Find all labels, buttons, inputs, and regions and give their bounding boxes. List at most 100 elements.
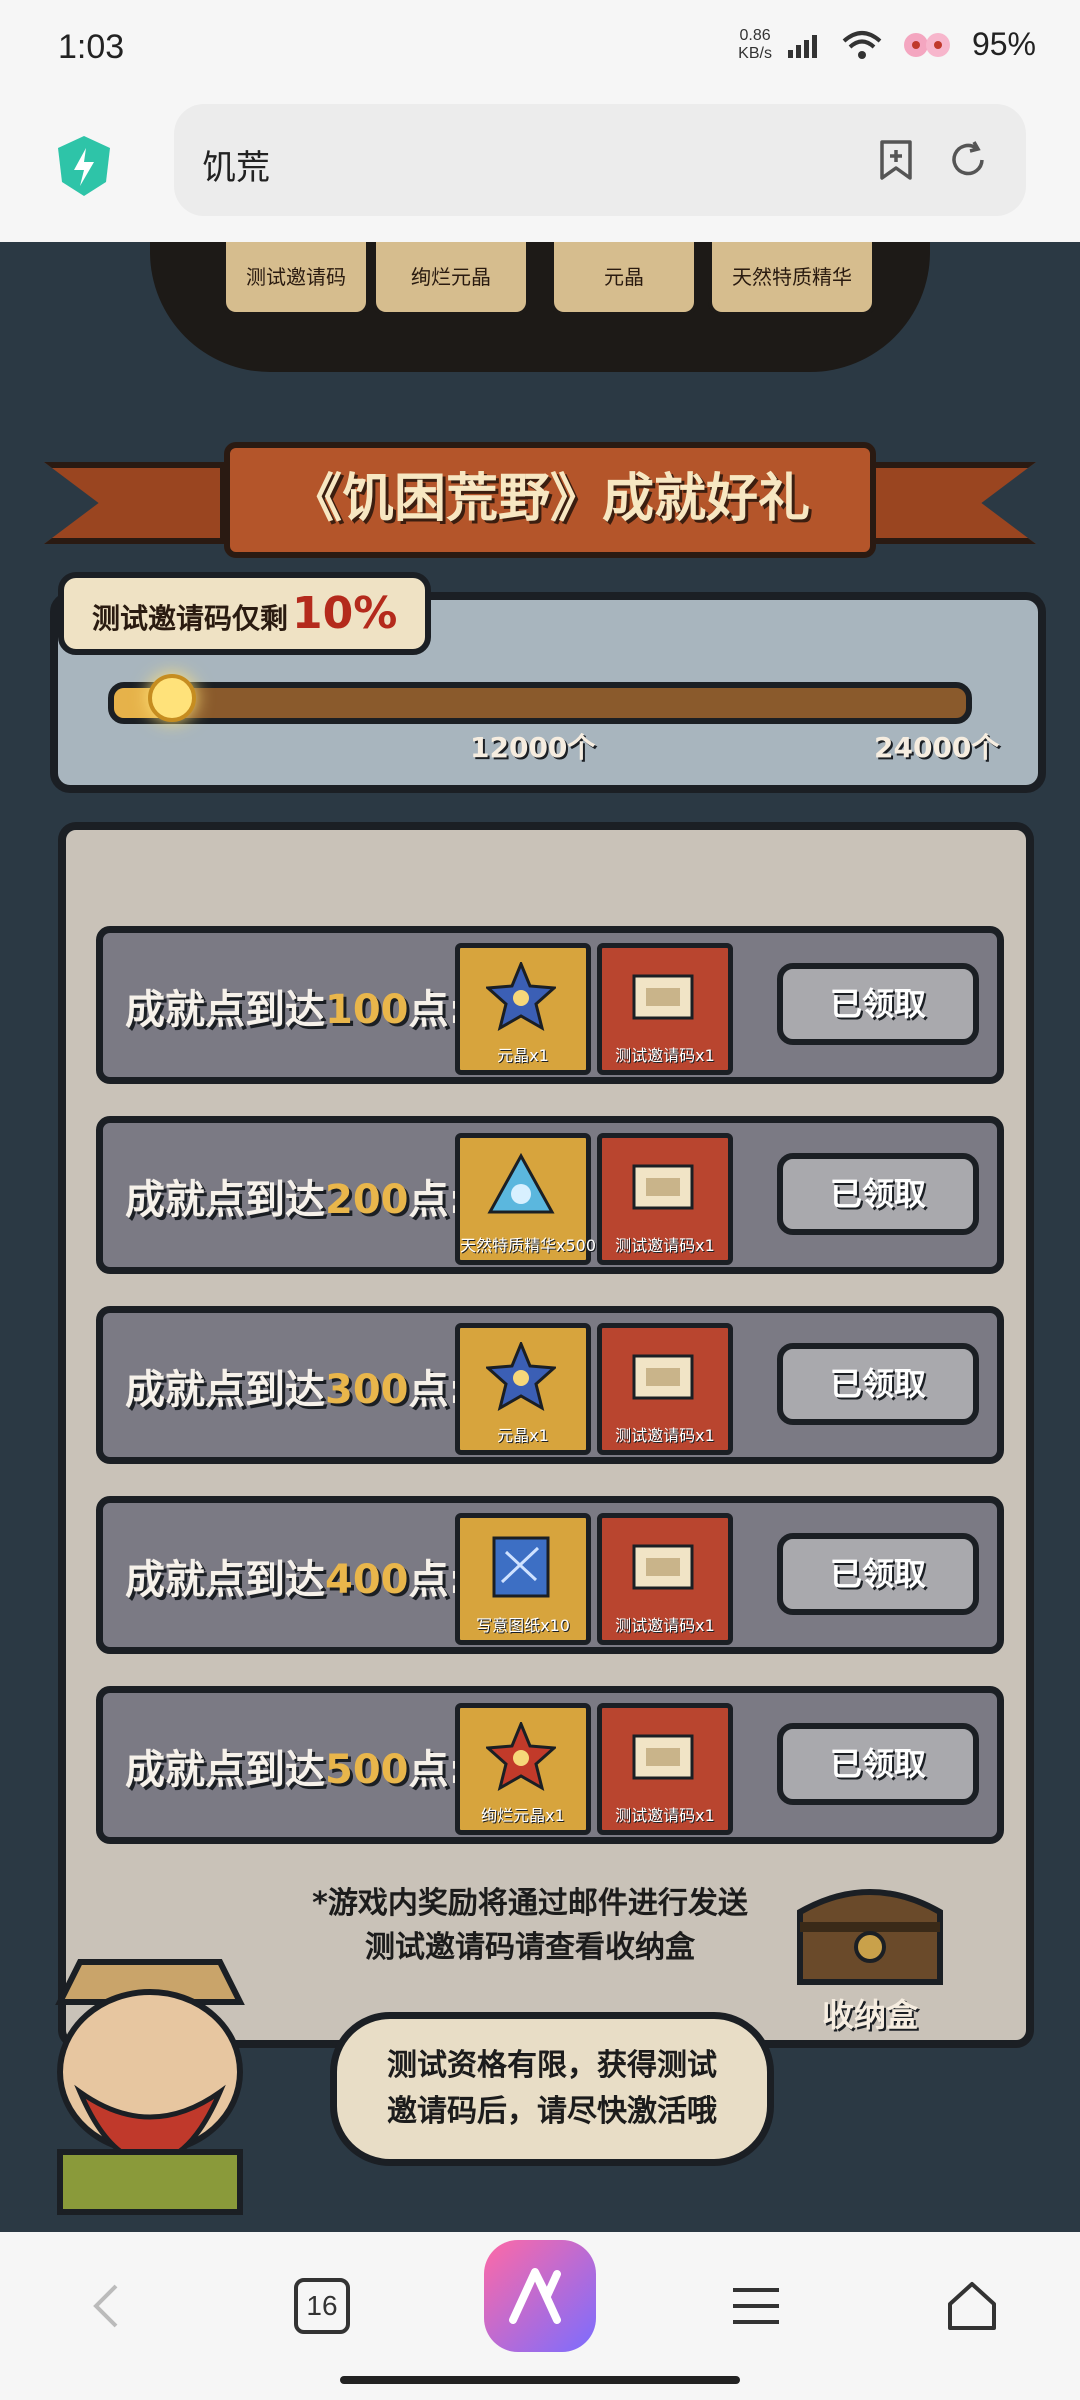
battery-level: 95% <box>971 26 1036 62</box>
reward-row: 成就点到达300点: 元晶x1 测试邀请码x1 已领取 <box>96 1306 1004 1464</box>
reward-item: 写意图纸x10 <box>455 1513 591 1645</box>
progress-track <box>108 682 972 724</box>
reward-caption: 写意图纸x10 <box>476 1616 570 1635</box>
reward-item: 天然特质精华x500 <box>455 1133 596 1265</box>
mail-note: *游戏内奖励将通过邮件进行发送 测试邀请码请查看收纳盒 <box>300 1882 760 1970</box>
reward-caption: 元晶x1 <box>497 1046 549 1065</box>
bottom-navigation: 16 <box>0 2232 1080 2400</box>
speech-bubble: 测试资格有限，获得测试 邀请码后，请尽快激活哦 <box>330 2012 774 2166</box>
reward-caption: 测试邀请码x1 <box>615 1616 715 1635</box>
row-label: 成就点到达500点: <box>125 1737 465 1795</box>
reward-caption: 绚烂元晶x1 <box>481 1806 565 1825</box>
home-indicator[interactable] <box>340 2376 740 2384</box>
status-right: 0.86 KB/s 95% <box>738 26 1036 63</box>
invite-scroll-icon <box>632 1544 694 1590</box>
bubble-line2: 邀请码后，请尽快激活哦 <box>387 2094 717 2129</box>
network-speed-value: 0.86 <box>739 26 771 44</box>
network-speed-unit: KB/s <box>738 44 772 62</box>
reward-caption: 测试邀请码x1 <box>615 1806 715 1825</box>
row-label-prefix: 成就点到达 <box>125 987 325 1033</box>
banner-ribbon-right <box>854 462 1036 544</box>
reward-caption: 测试邀请码x1 <box>615 1046 715 1065</box>
reward-item: 元晶x1 <box>455 1323 591 1455</box>
reward-item: 测试邀请码x1 <box>597 943 733 1075</box>
reward-item: 测试邀请码x1 <box>597 1323 733 1455</box>
status-bar: 1:03 0.86 KB/s 95% <box>0 0 1080 96</box>
row-label-number: 100 <box>325 987 409 1033</box>
crystal-star-icon <box>486 1342 556 1412</box>
blueprint-icon <box>492 1536 550 1598</box>
row-label: 成就点到达300点: <box>125 1357 465 1415</box>
crystal-star-icon <box>486 962 556 1032</box>
reward-item: 测试邀请码x1 <box>597 1133 733 1265</box>
back-button[interactable] <box>66 2266 146 2346</box>
reward-row: 成就点到达400点: 写意图纸x10 测试邀请码x1 已领取 <box>96 1496 1004 1654</box>
tabs-count: 16 <box>294 2278 350 2334</box>
browser-toolbar: 饥荒 <box>0 96 1080 242</box>
row-label-number: 500 <box>325 1747 409 1793</box>
claimed-button[interactable]: 已领取 <box>777 1533 979 1615</box>
reward-row: 成就点到达500点: 绚烂元晶x1 测试邀请码x1 已领取 <box>96 1686 1004 1844</box>
title-banner: 《饥困荒野》成就好礼 <box>24 402 1056 572</box>
reward-item: 测试邀请码x1 <box>597 1513 733 1645</box>
home-icon <box>948 2282 996 2330</box>
remaining-tag: 测试邀请码仅剩10% <box>58 572 432 655</box>
reward-caption: 测试邀请码x1 <box>615 1236 715 1255</box>
top-chip: 测试邀请码 <box>222 242 370 316</box>
game-event-page: 测试邀请码 绚烂元晶 元晶 天然特质精华 《饥困荒野》成就好礼 测试邀请码仅剩1… <box>0 242 1080 2232</box>
progress-tick-end: 24000个 <box>874 731 1000 764</box>
top-chip: 天然特质精华 <box>708 242 876 316</box>
invite-scroll-icon <box>632 1354 694 1400</box>
storage-box-label: 收纳盒 <box>821 1996 918 2034</box>
menu-icon <box>733 2288 779 2324</box>
invite-scroll-icon <box>632 1164 694 1210</box>
row-label-prefix: 成就点到达 <box>125 1177 325 1223</box>
ai-assistant-button[interactable] <box>484 2240 596 2352</box>
mail-note-line1: *游戏内奖励将通过邮件进行发送 <box>312 1886 748 1921</box>
screen: 1:03 0.86 KB/s 95% 饥荒 测试邀请码 绚烂元晶 元晶 天然特质… <box>0 0 1080 2400</box>
shield-bolt-icon[interactable] <box>56 134 112 198</box>
top-chip: 绚烂元晶 <box>372 242 530 316</box>
row-label-number: 400 <box>325 1557 409 1603</box>
banner-title: 《饥困荒野》成就好礼 <box>289 469 810 529</box>
row-label-prefix: 成就点到达 <box>125 1557 325 1603</box>
claimed-button[interactable]: 已领取 <box>777 963 979 1045</box>
reward-item: 绚烂元晶x1 <box>455 1703 591 1835</box>
menu-button[interactable] <box>716 2266 796 2346</box>
treasure-chest-icon <box>797 1889 943 1985</box>
banner-ribbon-left <box>44 462 226 544</box>
reward-row: 成就点到达100点: 元晶x1 测试邀请码x1 已领取 <box>96 926 1004 1084</box>
remaining-label: 测试邀请码仅剩 <box>92 602 289 635</box>
bubble-line1: 测试资格有限，获得测试 <box>387 2048 717 2083</box>
storage-box-button[interactable]: 收纳盒 <box>780 1862 960 2034</box>
brilliant-crystal-icon <box>486 1722 556 1792</box>
top-chip: 元晶 <box>550 242 698 316</box>
flower-icon <box>903 32 950 57</box>
mail-note-line2: 测试邀请码请查看收纳盒 <box>365 1930 695 1965</box>
refresh-icon[interactable] <box>946 138 990 182</box>
search-query[interactable]: 饥荒 <box>202 140 270 189</box>
claimed-button[interactable]: 已领取 <box>777 1723 979 1805</box>
row-label: 成就点到达100点: <box>125 977 465 1035</box>
essence-crystal-icon <box>487 1152 555 1214</box>
row-label-number: 300 <box>325 1367 409 1413</box>
progress-tick-mid: 12000个 <box>470 731 596 764</box>
bookmark-add-icon[interactable] <box>874 138 918 182</box>
reward-item: 测试邀请码x1 <box>597 1703 733 1835</box>
wifi-icon <box>842 30 882 59</box>
home-button[interactable] <box>932 2266 1012 2346</box>
claimed-button[interactable]: 已领取 <box>777 1343 979 1425</box>
claimed-button[interactable]: 已领取 <box>777 1153 979 1235</box>
reward-row: 成就点到达200点: 天然特质精华x500 测试邀请码x1 已领取 <box>96 1116 1004 1274</box>
invite-scroll-icon <box>632 1734 694 1780</box>
row-label-number: 200 <box>325 1177 409 1223</box>
progress-knob <box>147 674 196 722</box>
search-bar[interactable]: 饥荒 <box>174 104 1026 216</box>
row-label-prefix: 成就点到达 <box>125 1367 325 1413</box>
chevron-left-icon <box>93 2284 118 2328</box>
reward-item: 元晶x1 <box>455 943 591 1075</box>
character-illustration <box>55 1959 245 2215</box>
status-time: 1:03 <box>58 28 125 66</box>
tabs-button[interactable]: 16 <box>282 2266 362 2346</box>
remaining-percent: 10% <box>292 588 398 639</box>
